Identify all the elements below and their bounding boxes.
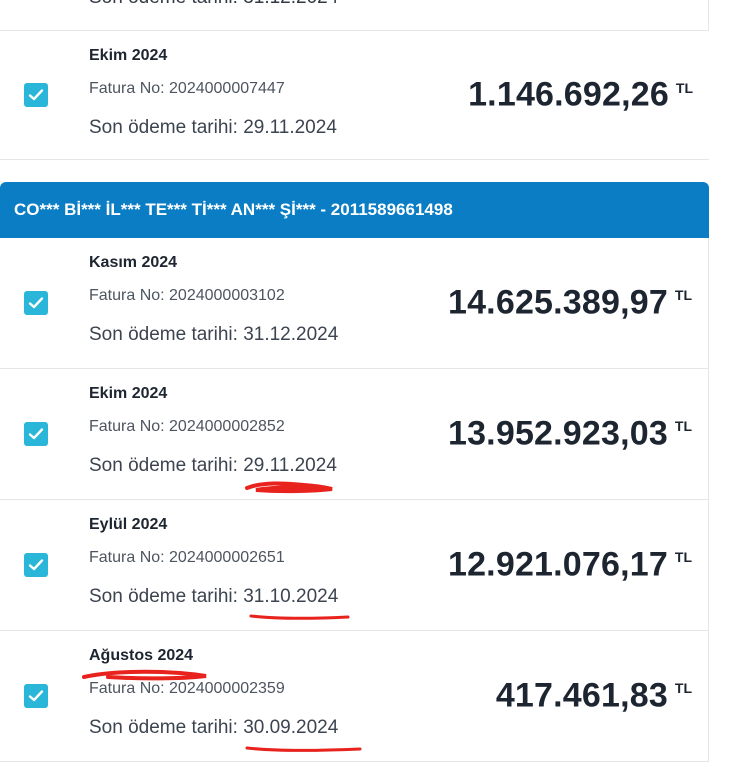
invoice-list-page: Son ödeme tarihi: 31.12.2024 Ekim 2024 F…: [0, 0, 731, 783]
red-underline-annotation: [245, 746, 362, 752]
checkmark-icon: [28, 428, 44, 440]
invoice-number: Fatura No: 2024000007447: [89, 80, 285, 97]
due-date: Son ödeme tarihi: 30.09.2024: [89, 717, 339, 738]
invoice-checkbox[interactable]: [24, 553, 48, 577]
checkmark-icon: [28, 559, 44, 571]
invoice-amount: 12.921.076,17: [447, 545, 668, 584]
invoice-checkbox[interactable]: [24, 422, 48, 446]
due-date: Son ödeme tarihi: 29.11.2024: [89, 455, 337, 476]
invoice-period: Kasım 2024: [89, 254, 178, 271]
invoice-period: Ekim 2024: [89, 385, 168, 402]
invoice-number: Fatura No: 2024000002852: [89, 418, 285, 435]
invoice-amount: 13.952.923,03: [447, 414, 668, 453]
previous-group-card: Son ödeme tarihi: 31.12.2024 Ekim 2024 F…: [0, 0, 709, 160]
red-underline-annotation: [249, 614, 350, 620]
currency-label: TL: [674, 287, 692, 304]
due-date: Son ödeme tarihi: 29.11.2024: [89, 117, 337, 138]
group-header[interactable]: CO*** Bİ*** İL*** TE*** Tİ*** AN*** Şİ**…: [0, 182, 709, 238]
clipped-due-date: Son ödeme tarihi: 31.12.2024: [89, 0, 338, 9]
checkmark-icon: [28, 690, 44, 702]
invoice-amount: 14.625.389,97: [447, 283, 668, 322]
invoice-period: Eylül 2024: [89, 516, 168, 533]
currency-label: TL: [675, 79, 693, 96]
subscriber-group: CO*** Bİ*** İL*** TE*** Tİ*** AN*** Şİ**…: [0, 182, 709, 762]
invoice-row[interactable]: Kasım 2024 Fatura No: 2024000003102 Son …: [0, 238, 708, 369]
due-date: Son ödeme tarihi: 31.10.2024: [89, 586, 339, 607]
checkmark-icon: [28, 297, 44, 309]
invoice-row[interactable]: Ekim 2024 Fatura No: 2024000007447 Son ö…: [0, 30, 709, 160]
invoice-row[interactable]: Ağustos 2024 Fatura No: 2024000002359 So…: [0, 631, 708, 762]
checkmark-icon: [28, 89, 44, 101]
currency-label: TL: [674, 549, 692, 566]
invoice-period: Ekim 2024: [89, 47, 168, 64]
invoice-number: Fatura No: 2024000003102: [89, 287, 285, 304]
invoice-period: Ağustos 2024: [89, 647, 194, 664]
invoice-list: Kasım 2024 Fatura No: 2024000003102 Son …: [0, 238, 709, 762]
invoice-number: Fatura No: 2024000002651: [89, 549, 285, 566]
due-date: Son ödeme tarihi: 31.12.2024: [89, 324, 339, 345]
currency-label: TL: [674, 418, 692, 435]
invoice-checkbox[interactable]: [24, 291, 48, 315]
invoice-number: Fatura No: 2024000002359: [89, 680, 285, 697]
invoice-checkbox[interactable]: [24, 83, 48, 107]
invoice-amount: 1.146.692,26: [468, 75, 669, 114]
invoice-row[interactable]: Eylül 2024 Fatura No: 2024000002651 Son …: [0, 500, 708, 631]
invoice-amount: 417.461,83: [495, 676, 668, 715]
invoice-row[interactable]: Ekim 2024 Fatura No: 2024000002852 Son ö…: [0, 369, 708, 500]
currency-label: TL: [674, 680, 692, 697]
red-underline-annotation: [245, 481, 333, 494]
invoice-checkbox[interactable]: [24, 684, 48, 708]
